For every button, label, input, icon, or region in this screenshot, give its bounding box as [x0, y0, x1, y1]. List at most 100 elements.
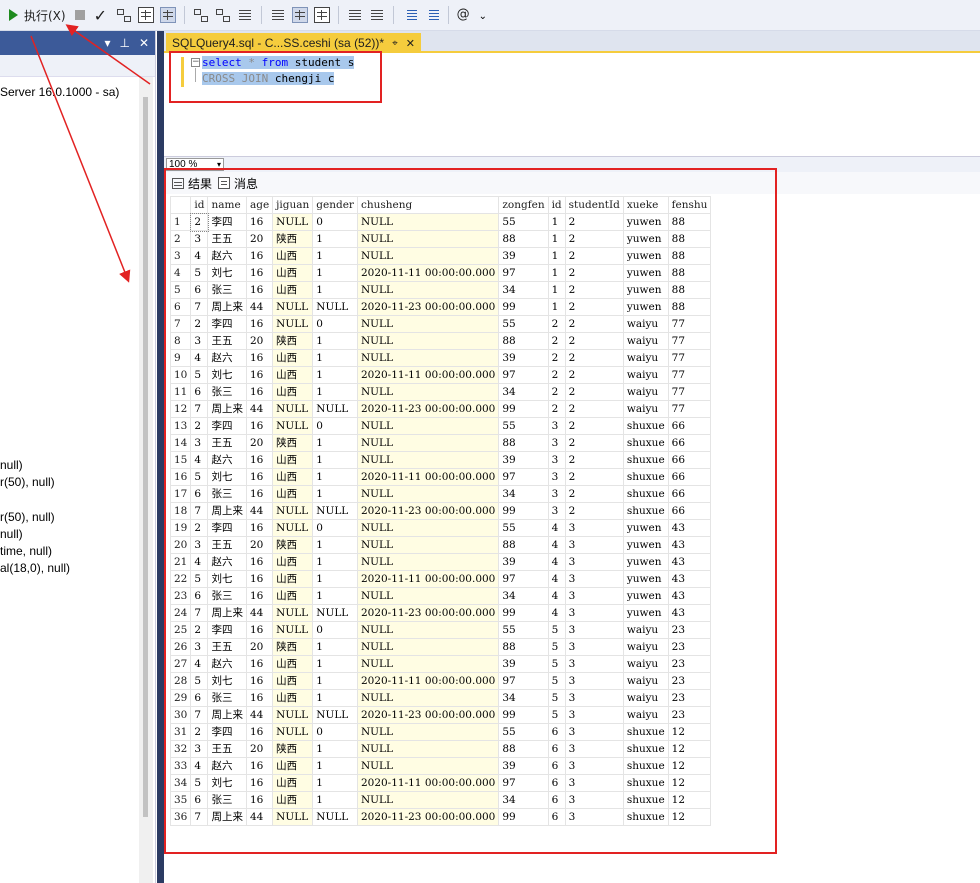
- grid-cell[interactable]: NULL: [272, 604, 314, 622]
- column-header[interactable]: [169, 196, 192, 214]
- results-grid[interactable]: id name age jiguan gender chusheng zongfen id st…: [169, 196, 712, 826]
- grid-cell[interactable]: 3: [547, 451, 566, 469]
- grid-cell[interactable]: 赵六: [207, 451, 247, 469]
- grid-cell[interactable]: NULL: [312, 298, 358, 316]
- grid-cell[interactable]: 20: [245, 536, 274, 554]
- grid-cell[interactable]: 张三: [207, 281, 247, 299]
- stop-button[interactable]: [72, 7, 88, 23]
- grid-cell[interactable]: 16: [245, 417, 274, 435]
- row-number[interactable]: 22: [169, 570, 192, 588]
- table-row[interactable]: 9 4 赵六 16 山西 1 NULL 39 2 2 waiyu 77: [169, 349, 712, 367]
- grid-cell[interactable]: 1: [312, 774, 358, 792]
- row-number[interactable]: 30: [169, 706, 192, 724]
- tab-results[interactable]: 结果: [172, 175, 212, 192]
- grid-cell[interactable]: NULL: [272, 808, 314, 826]
- grid-cell[interactable]: NULL: [356, 757, 500, 775]
- grid-cell[interactable]: 山西: [272, 587, 314, 605]
- grid-cell[interactable]: waiyu: [622, 366, 669, 384]
- grid-cell[interactable]: 88: [498, 434, 549, 452]
- grid-cell[interactable]: shuxue: [622, 791, 669, 809]
- grid-cell[interactable]: 6: [547, 791, 566, 809]
- grid-cell[interactable]: NULL: [356, 383, 500, 401]
- client-stats-icon[interactable]: [237, 7, 253, 23]
- table-row[interactable]: 15 4 赵六 16 山西 1 NULL 39 3 2 shuxue 66: [169, 451, 712, 469]
- grid-cell[interactable]: NULL: [272, 315, 314, 333]
- scrollbar-thumb[interactable]: [143, 97, 148, 817]
- grid-cell[interactable]: 5: [190, 468, 209, 486]
- grid-cell[interactable]: 77: [667, 383, 712, 401]
- grid-cell[interactable]: 3: [564, 740, 624, 758]
- grid-cell[interactable]: NULL: [356, 740, 500, 758]
- grid-cell[interactable]: 3: [564, 655, 624, 673]
- table-row[interactable]: 18 7 周上来 44 NULL NULL 2020-11-23 00:00:00.000 9…: [169, 502, 712, 520]
- grid-cell[interactable]: yuwen: [622, 604, 669, 622]
- grid-cell[interactable]: NULL: [356, 332, 500, 350]
- row-number[interactable]: 5: [169, 281, 192, 299]
- grid-cell[interactable]: 3: [564, 672, 624, 690]
- column-header[interactable]: age: [245, 196, 274, 214]
- grid-cell[interactable]: 7: [190, 706, 209, 724]
- column-header[interactable]: name: [207, 196, 247, 214]
- grid-cell[interactable]: 李四: [207, 417, 247, 435]
- column-header[interactable]: gender: [312, 196, 358, 214]
- grid-cell[interactable]: 3: [547, 468, 566, 486]
- grid-cell[interactable]: 赵六: [207, 757, 247, 775]
- grid-cell[interactable]: 43: [667, 519, 712, 537]
- row-number[interactable]: 8: [169, 332, 192, 350]
- tab-sqlquery4[interactable]: SQLQuery4.sql - C...SS.ceshi (sa (52))* …: [166, 33, 421, 53]
- grid-cell[interactable]: 2020-11-23 00:00:00.000: [356, 706, 500, 724]
- table-row[interactable]: 19 2 李四 16 NULL 0 NULL 55 4 3 yuwen 43: [169, 519, 712, 537]
- grid-cell[interactable]: waiyu: [622, 672, 669, 690]
- grid-cell[interactable]: 66: [667, 434, 712, 452]
- grid-cell[interactable]: NULL: [272, 298, 314, 316]
- table-row[interactable]: 36 7 周上来 44 NULL NULL 2020-11-23 00:00:00.000 9…: [169, 808, 712, 826]
- grid-cell[interactable]: 李四: [207, 621, 247, 639]
- grid-cell[interactable]: 王五: [207, 230, 247, 248]
- row-number[interactable]: 35: [169, 791, 192, 809]
- grid-cell[interactable]: 6: [190, 791, 209, 809]
- grid-cell[interactable]: 4: [547, 519, 566, 537]
- grid-cell[interactable]: 20: [245, 230, 274, 248]
- column-header[interactable]: chusheng: [356, 196, 500, 214]
- grid-cell[interactable]: 4: [547, 536, 566, 554]
- grid-cell[interactable]: 4: [190, 655, 209, 673]
- table-row[interactable]: 23 6 张三 16 山西 1 NULL 34 4 3 yuwen 43: [169, 587, 712, 605]
- grid-cell[interactable]: 88: [498, 332, 549, 350]
- grid-cell[interactable]: 5: [547, 706, 566, 724]
- row-number[interactable]: 7: [169, 315, 192, 333]
- grid-cell[interactable]: 7: [190, 502, 209, 520]
- grid-cell[interactable]: 2020-11-23 00:00:00.000: [356, 400, 500, 418]
- grid-cell[interactable]: 16: [245, 383, 274, 401]
- tab-close-icon[interactable]: ✕: [406, 37, 415, 50]
- row-number[interactable]: 21: [169, 553, 192, 571]
- grid-cell[interactable]: 3: [564, 587, 624, 605]
- grid-cell[interactable]: yuwen: [622, 570, 669, 588]
- grid-cell[interactable]: 王五: [207, 434, 247, 452]
- grid-cell[interactable]: 16: [245, 621, 274, 639]
- grid-cell[interactable]: 1: [312, 791, 358, 809]
- grid-cell[interactable]: shuxue: [622, 434, 669, 452]
- uncomment-icon[interactable]: [369, 7, 385, 23]
- table-row[interactable]: 4 5 刘七 16 山西 1 2020-11-11 00:00:00.000 97 1 2 yuwe…: [169, 264, 712, 282]
- grid-cell[interactable]: 99: [498, 706, 549, 724]
- row-number[interactable]: 10: [169, 366, 192, 384]
- collapse-icon[interactable]: −: [191, 58, 200, 67]
- grid-cell[interactable]: 0: [312, 213, 358, 231]
- grid-cell[interactable]: 44: [245, 706, 274, 724]
- grid-cell[interactable]: 山西: [272, 655, 314, 673]
- row-number[interactable]: 12: [169, 400, 192, 418]
- grid-cell[interactable]: 4: [190, 553, 209, 571]
- grid-cell[interactable]: 赵六: [207, 247, 247, 265]
- grid-cell[interactable]: 1: [312, 553, 358, 571]
- grid-cell[interactable]: 16: [245, 451, 274, 469]
- grid-cell[interactable]: 3: [547, 417, 566, 435]
- grid-cell[interactable]: 张三: [207, 587, 247, 605]
- grid-cell[interactable]: 34: [498, 281, 549, 299]
- grid-cell[interactable]: 刘七: [207, 264, 247, 282]
- grid-cell[interactable]: 77: [667, 332, 712, 350]
- grid-cell[interactable]: 周上来: [207, 502, 247, 520]
- grid-cell[interactable]: shuxue: [622, 468, 669, 486]
- grid-cell[interactable]: 23: [667, 638, 712, 656]
- grid-cell[interactable]: yuwen: [622, 519, 669, 537]
- increase-indent-icon[interactable]: [424, 7, 440, 23]
